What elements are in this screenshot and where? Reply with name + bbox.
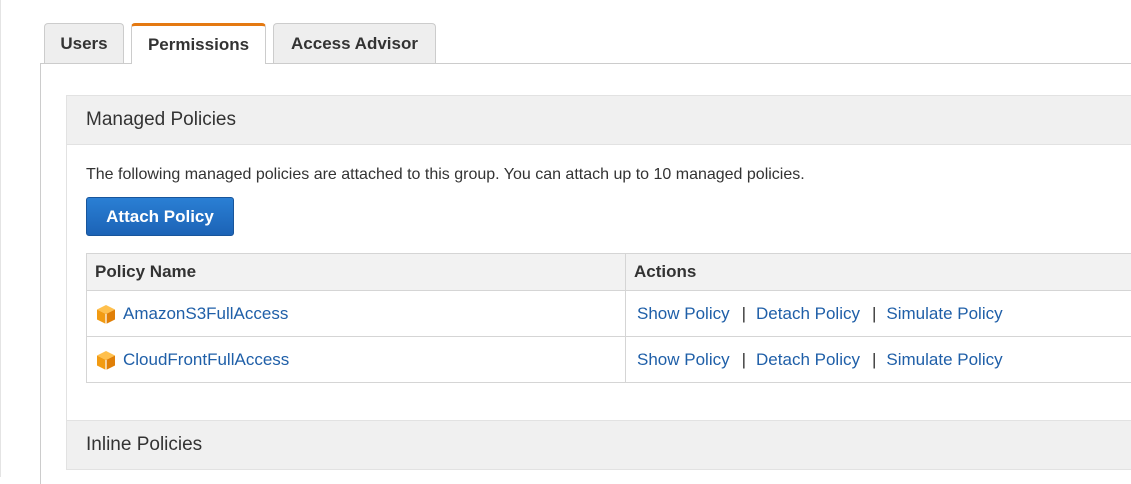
aws-policy-cube-icon [95,349,117,371]
managed-policies-header[interactable]: Managed Policies [66,95,1131,145]
attach-policy-button[interactable]: Attach Policy [86,197,234,236]
policy-actions-cell: Show Policy | Detach Policy | Simulate Polic… [626,337,1131,383]
left-border [0,0,1,477]
tab-access-advisor[interactable]: Access Advisor [273,23,436,63]
detach-policy-link[interactable]: Detach Policy [756,350,860,369]
table-row: AmazonS3FullAccess Show Policy | Detach Po… [87,291,1131,337]
action-separator: | [742,304,746,323]
policy-name-cell: CloudFrontFullAccess [87,337,626,383]
aws-policy-cube-icon [95,303,117,325]
action-separator: | [872,350,876,369]
policy-name-cell: AmazonS3FullAccess [87,291,626,337]
action-separator: | [742,350,746,369]
inline-policies-header[interactable]: Inline Policies [66,420,1131,470]
policy-actions-cell: Show Policy | Detach Policy | Simulate Polic… [626,291,1131,337]
column-header-actions: Actions [626,254,1131,291]
table-row: CloudFrontFullAccess Show Policy | Detach … [87,337,1131,383]
simulate-policy-link[interactable]: Simulate Policy [886,350,1002,369]
tab-permissions[interactable]: Permissions [131,23,266,64]
action-separator: | [872,304,876,323]
policy-link[interactable]: CloudFrontFullAccess [123,350,289,370]
column-header-policy-name: Policy Name [87,254,626,291]
tab-users[interactable]: Users [44,23,124,63]
policies-table: Policy Name Actions AmazonS3FullAccess S… [86,253,1131,383]
simulate-policy-link[interactable]: Simulate Policy [886,304,1002,323]
detach-policy-link[interactable]: Detach Policy [756,304,860,323]
show-policy-link[interactable]: Show Policy [637,350,730,369]
managed-policies-description: The following managed policies are attac… [86,166,805,184]
policy-link[interactable]: AmazonS3FullAccess [123,304,288,324]
show-policy-link[interactable]: Show Policy [637,304,730,323]
table-header-row: Policy Name Actions [87,254,1131,291]
